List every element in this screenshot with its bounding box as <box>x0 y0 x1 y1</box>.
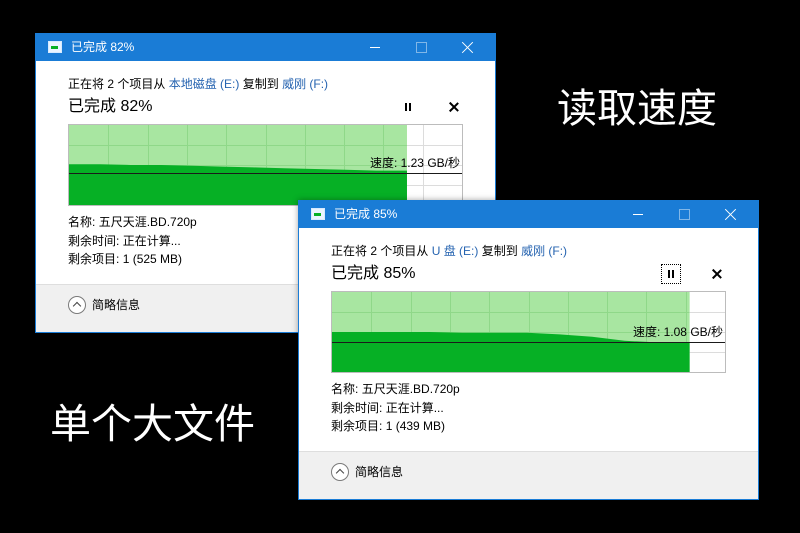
detail-value: 1 (525 MB) <box>122 252 183 266</box>
copy-progress-icon <box>48 41 62 53</box>
chevron-up-circle-icon <box>68 296 86 314</box>
title-bar[interactable]: 已完成 82% <box>36 34 495 61</box>
window-title: 已完成 85% <box>334 207 398 221</box>
speed-label: 速度: <box>369 155 398 170</box>
detail-label: 剩余项目: <box>331 419 383 433</box>
detail-label: 剩余时间: <box>331 400 383 415</box>
progress-heading: 已完成 82% <box>68 98 153 115</box>
speed-value: 1.23 GB/秒 <box>400 155 460 170</box>
detail-time-remaining: 剩余时间: 正在计算... <box>68 232 197 251</box>
maximize-button[interactable] <box>398 34 444 61</box>
detail-label: 剩余项目: <box>68 252 120 266</box>
progress-heading: 已完成 85% <box>331 265 416 282</box>
fewer-details-button[interactable]: 简略信息 <box>68 296 140 314</box>
maximize-icon <box>416 42 427 53</box>
fewer-details-label: 简略信息 <box>355 465 404 479</box>
detail-items-remaining: 剩余项目: 1 (525 MB) <box>68 250 197 269</box>
cancel-button[interactable] <box>444 97 464 117</box>
detail-value: 1 (439 MB) <box>385 419 446 433</box>
close-button[interactable] <box>707 201 753 228</box>
dialog-footer: 简略信息 <box>299 451 758 499</box>
detail-value: 正在计算... <box>122 233 181 248</box>
pause-button[interactable] <box>661 264 681 284</box>
chevron-up-circle-icon <box>331 463 349 481</box>
detail-label: 名称: <box>331 382 359 396</box>
detail-items-remaining: 剩余项目: 1 (439 MB) <box>331 417 460 436</box>
graph-speed-history <box>69 164 407 205</box>
speed-label: 速度: <box>632 324 661 339</box>
speed-value: 1.08 GB/秒 <box>663 324 723 339</box>
icon-bar <box>314 213 321 216</box>
destination-link[interactable]: 威刚 (F:) <box>282 77 328 91</box>
close-icon <box>462 42 473 53</box>
close-button[interactable] <box>444 34 490 61</box>
fewer-details-button[interactable]: 简略信息 <box>331 463 403 481</box>
detail-label: 名称: <box>68 215 96 229</box>
minimize-icon <box>633 214 643 215</box>
status-prefix: 正在将 2 个项目从 <box>68 77 166 91</box>
status-middle: 复制到 <box>481 244 518 258</box>
cancel-icon <box>712 269 722 279</box>
status-prefix: 正在将 2 个项目从 <box>331 244 429 258</box>
cancel-button[interactable] <box>707 264 727 284</box>
caption-read-speed: 读取速度 <box>557 86 717 132</box>
minimize-button[interactable] <box>615 201 661 228</box>
speed-readout: 速度: 1.23 GB/秒 <box>370 156 460 170</box>
copy-details: 名称: 五尺天涯.BD.720p 剩余时间: 正在计算... 剩余项目: 1 (… <box>331 380 460 436</box>
maximize-button[interactable] <box>661 201 707 228</box>
cancel-icon <box>449 102 459 112</box>
window-controls <box>615 201 753 228</box>
fewer-details-label: 简略信息 <box>92 298 141 312</box>
speed-graph: 速度: 1.23 GB/秒 <box>68 124 463 206</box>
pause-icon <box>667 270 675 278</box>
detail-name: 名称: 五尺天涯.BD.720p <box>68 213 197 232</box>
detail-value: 五尺天涯.BD.720p <box>361 382 460 396</box>
detail-name: 名称: 五尺天涯.BD.720p <box>331 380 460 399</box>
window-controls <box>352 34 490 61</box>
detail-value: 正在计算... <box>385 400 444 415</box>
copy-details: 名称: 五尺天涯.BD.720p 剩余时间: 正在计算... 剩余项目: 1 (… <box>68 213 197 269</box>
title-bar[interactable]: 已完成 85% <box>299 201 758 228</box>
source-link[interactable]: 本地磁盘 (E:) <box>169 77 240 91</box>
copy-progress-icon <box>311 208 325 220</box>
detail-value: 五尺天涯.BD.720p <box>98 215 197 229</box>
icon-bar <box>51 46 58 49</box>
copy-status-line: 正在将 2 个项目从 U 盘 (E:) 复制到 威刚 (F:) <box>331 243 567 259</box>
status-middle: 复制到 <box>242 77 279 91</box>
minimize-button[interactable] <box>352 34 398 61</box>
maximize-icon <box>679 209 690 220</box>
window-title: 已完成 82% <box>71 40 135 54</box>
speed-readout: 速度: 1.08 GB/秒 <box>633 325 723 339</box>
copy-progress-dialog: 已完成 85% 正在将 2 个项目从 U 盘 (E:) 复制到 威刚 (F:) … <box>298 200 759 500</box>
detail-time-remaining: 剩余时间: 正在计算... <box>331 399 460 418</box>
caption-single-large-file: 单个大文件 <box>50 400 255 448</box>
pause-button[interactable] <box>398 97 418 117</box>
close-icon <box>725 209 736 220</box>
copy-status-line: 正在将 2 个项目从 本地磁盘 (E:) 复制到 威刚 (F:) <box>68 76 328 92</box>
destination-link[interactable]: 威刚 (F:) <box>521 244 567 258</box>
speed-graph: 速度: 1.08 GB/秒 <box>331 291 726 373</box>
pause-icon <box>404 103 412 111</box>
source-link[interactable]: U 盘 (E:) <box>432 244 479 258</box>
detail-label: 剩余时间: <box>68 233 120 248</box>
minimize-icon <box>370 47 380 48</box>
